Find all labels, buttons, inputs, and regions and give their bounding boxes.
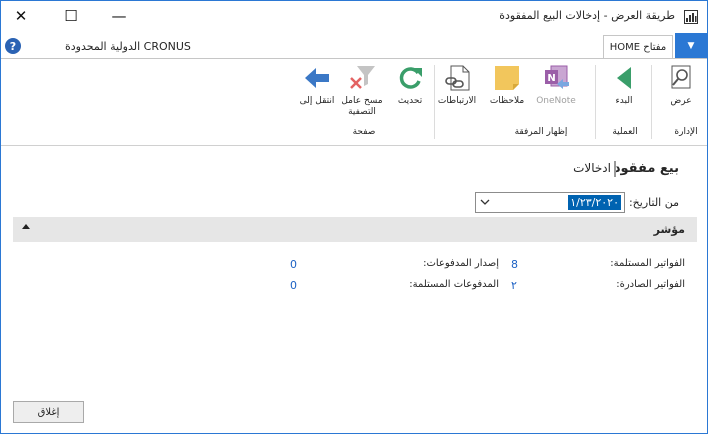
from-date-value: ١/٢٣/٢٠٢٠ [568,195,621,210]
title-divider [614,161,616,177]
cue-section-title: مؤشر [653,223,685,236]
payments-received-value[interactable]: 0 [290,279,297,292]
received-invoices-value[interactable]: 8 [511,258,518,271]
goto-button-label: انتقل إلى [299,96,335,106]
goto-button[interactable]: انتقل إلى [298,63,336,107]
received-invoices-label: الفواتير المستلمة: [610,258,685,269]
onenote-button[interactable]: N OneNote [528,63,584,107]
notes-button[interactable]: ملاحظات [487,63,527,107]
issued-invoices-value[interactable]: ٢ [511,279,517,292]
group-label-manage: الإدارة [674,127,698,137]
view-button[interactable]: عرض [661,63,701,107]
navigation-bar: ? CRONUS الدولية المحدودة مفتاح HOME ▼ [1,33,707,59]
start-button[interactable]: البدء [604,63,644,107]
magnifier-icon [671,65,691,89]
dynamics-app-icon [684,10,698,24]
chevron-down-icon[interactable] [480,197,490,210]
onenote-button-label: OneNote [536,96,576,106]
links-button-label: الارتباطات [437,96,477,106]
window-minimize-button[interactable]: — [105,5,133,27]
group-label-show-attached: إظهار المرفقة [514,127,568,137]
payments-issued-label: إصدار المدفوعات: [423,258,499,269]
tab-home[interactable]: مفتاح HOME [603,35,673,59]
from-date-dropdown[interactable]: ١/٢٣/٢٠٢٠ [475,192,625,213]
sticky-note-icon [495,66,519,90]
refresh-icon [399,67,422,89]
refresh-button[interactable]: تحديث [391,63,429,107]
clear-filter-button-label: مسح عامل التصفية [341,96,383,117]
group-label-page: صفحة [352,127,376,137]
help-icon[interactable]: ? [5,38,21,54]
svg-text:N: N [547,73,555,84]
cue-section-header[interactable]: مؤشر [13,217,697,242]
play-arrow-icon [617,67,631,89]
page-subtitle: ادخالات [573,161,611,175]
page-title: بيع مفقود [613,161,679,176]
ribbon: عرض البدء N OneNote ملاحظات الارتباطات ت… [1,58,707,146]
issued-invoices-label: الفواتير الصادرة: [616,279,685,290]
close-button[interactable]: إغلاق [13,401,84,423]
refresh-button-label: تحديث [397,96,423,106]
onenote-icon: N [545,65,569,89]
start-button-label: البدء [615,96,633,106]
application-menu-button[interactable]: ▼ [675,33,707,59]
clear-filter-icon [350,66,375,89]
window-title: طريقة العرض - إدخالات البيع المفقودة [499,9,675,22]
application-window: ✕ ☐ — طريقة العرض - إدخالات البيع المفقو… [0,0,708,434]
window-maximize-button[interactable]: ☐ [57,5,85,27]
group-separator [434,65,435,139]
company-name: CRONUS الدولية المحدودة [65,40,191,53]
group-label-process: العملية [612,127,638,137]
link-icon [445,65,470,91]
view-button-label: عرض [670,96,692,106]
title-bar: ✕ ☐ — طريقة العرض - إدخالات البيع المفقو… [1,1,707,33]
clear-filter-button[interactable]: مسح عامل التصفية [337,63,387,118]
chevron-down-icon: ▼ [687,41,695,51]
chevron-up-icon[interactable] [21,222,31,235]
from-date-label: من التاريخ: [628,196,679,209]
payments-issued-value[interactable]: 0 [290,258,297,271]
window-close-button[interactable]: ✕ [7,5,35,27]
links-button[interactable]: الارتباطات [433,63,481,107]
notes-button-label: ملاحظات [489,96,525,106]
group-separator [595,65,596,139]
payments-received-label: المدفوعات المستلمة: [409,279,499,290]
group-separator [651,65,652,139]
arrow-left-icon [305,68,329,88]
